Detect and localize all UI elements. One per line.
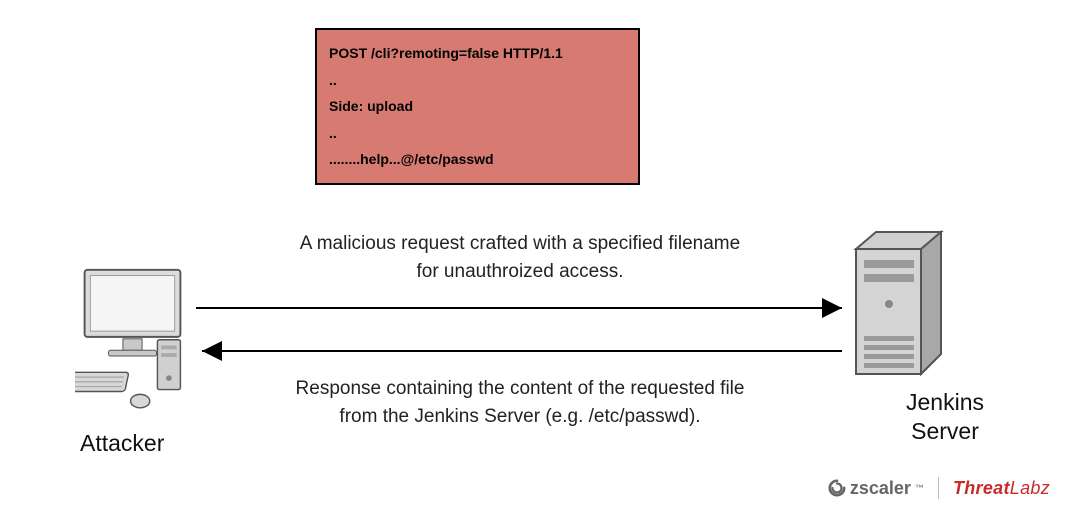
http-request-box: POST /cli?remoting=false HTTP/1.1 .. Sid… (315, 28, 640, 185)
brand-divider (938, 477, 939, 499)
attacker-computer-icon (75, 265, 190, 423)
caption-line: for unauthroized access. (210, 258, 830, 286)
flow-arrows (192, 296, 852, 366)
labz-text: Labz (1010, 478, 1050, 498)
threat-text: Threat (953, 478, 1010, 498)
jenkins-server-label: Jenkins Server (885, 388, 1005, 446)
jenkins-server-icon (846, 224, 956, 389)
caption-line: Response containing the content of the r… (210, 375, 830, 403)
packet-line: ........help...@/etc/passwd (329, 146, 626, 173)
zscaler-swirl-icon (828, 479, 846, 497)
brand-footer: zscaler ™ ThreatLabz (828, 477, 1050, 499)
packet-line: Side: upload (329, 93, 626, 120)
threatlabz-logo: ThreatLabz (953, 478, 1050, 499)
trademark-symbol: ™ (915, 483, 924, 493)
request-caption: A malicious request crafted with a speci… (210, 230, 830, 285)
response-caption: Response containing the content of the r… (210, 375, 830, 430)
packet-line: .. (329, 120, 626, 147)
caption-line: A malicious request crafted with a speci… (210, 230, 830, 258)
zscaler-text: zscaler (850, 478, 911, 499)
caption-line: from the Jenkins Server (e.g. /etc/passw… (210, 403, 830, 431)
attacker-label: Attacker (80, 430, 164, 457)
packet-line: POST /cli?remoting=false HTTP/1.1 (329, 40, 626, 67)
packet-line: .. (329, 67, 626, 94)
zscaler-logo: zscaler ™ (828, 478, 924, 499)
